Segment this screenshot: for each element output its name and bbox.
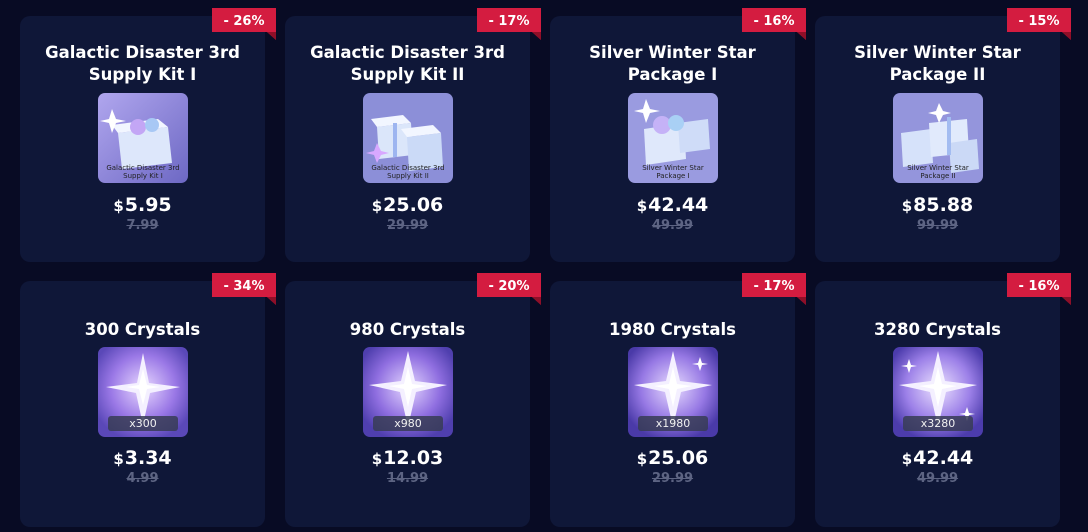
quantity-label: x980	[373, 416, 443, 431]
current-price: $25.06	[371, 194, 444, 216]
current-price: $85.88	[901, 194, 974, 216]
product-image: x300	[98, 347, 188, 437]
product-card-3280-crystals[interactable]: - 16% 3280 Crystals x3280 $42.44 49.99	[815, 273, 1071, 527]
current-price: $25.06	[636, 447, 709, 469]
current-price: $42.44	[901, 447, 974, 469]
discount-label: - 15%	[1018, 14, 1060, 29]
original-price: 29.99	[386, 218, 429, 233]
discount-label: - 16%	[753, 14, 795, 29]
product-card-supply-kit-2[interactable]: - 17% Galactic Disaster 3rd Supply Kit I…	[285, 8, 541, 262]
image-caption: Silver Winter Star Package I	[642, 164, 704, 180]
image-caption: Silver Winter Star Package II	[907, 164, 969, 180]
product-card-supply-kit-1[interactable]: - 26% Galactic Disaster 3rd Supply Kit I…	[20, 8, 276, 262]
current-price: $12.03	[371, 447, 444, 469]
product-title: Silver Winter Star Package I	[589, 43, 756, 84]
product-title: Galactic Disaster 3rd Supply Kit I	[45, 43, 240, 84]
discount-ribbon: - 34%	[212, 273, 282, 305]
image-caption: Galactic Disaster 3rd Supply Kit I	[106, 164, 180, 180]
product-title: 3280 Crystals	[874, 320, 1001, 339]
original-price: 49.99	[916, 471, 959, 486]
product-title: 980 Crystals	[349, 320, 466, 339]
product-title: Galactic Disaster 3rd Supply Kit II	[310, 43, 505, 84]
discount-label: - 16%	[1018, 279, 1060, 294]
product-image: Silver Winter Star Package II	[893, 93, 983, 183]
product-image: x1980	[628, 347, 718, 437]
product-card-winter-star-1[interactable]: - 16% Silver Winter Star Package I Silve…	[550, 8, 806, 262]
discount-label: - 17%	[753, 279, 795, 294]
product-title: 300 Crystals	[84, 320, 201, 339]
original-price: 99.99	[916, 218, 959, 233]
current-price: $42.44	[636, 194, 709, 216]
product-card-300-crystals[interactable]: - 34% 300 Crystals x300 $3.34 4.99	[20, 273, 276, 527]
original-price: 7.99	[126, 218, 159, 233]
product-title: 1980 Crystals	[609, 320, 736, 339]
discount-label: - 17%	[488, 14, 530, 29]
discount-ribbon: - 17%	[742, 273, 812, 305]
product-card-980-crystals[interactable]: - 20% 980 Crystals x980 $12.03 14.99	[285, 273, 541, 527]
product-image: x3280	[893, 347, 983, 437]
product-image: Galactic Disaster 3rd Supply Kit II	[363, 93, 453, 183]
discount-ribbon: - 16%	[742, 8, 812, 40]
quantity-label: x1980	[638, 416, 708, 431]
image-caption: Galactic Disaster 3rd Supply Kit II	[371, 164, 445, 180]
discount-ribbon: - 17%	[477, 8, 547, 40]
product-image: Galactic Disaster 3rd Supply Kit I	[98, 93, 188, 183]
product-image: x980	[363, 347, 453, 437]
original-price: 29.99	[651, 471, 694, 486]
product-image: Silver Winter Star Package I	[628, 93, 718, 183]
product-title: Silver Winter Star Package II	[854, 43, 1021, 84]
product-card-winter-star-2[interactable]: - 15% Silver Winter Star Package II Silv…	[815, 8, 1071, 262]
discount-label: - 26%	[223, 14, 265, 29]
discount-label: - 20%	[488, 279, 530, 294]
quantity-label: x300	[108, 416, 178, 431]
current-price: $3.34	[113, 447, 172, 469]
original-price: 14.99	[386, 471, 429, 486]
discount-ribbon: - 16%	[1007, 273, 1077, 305]
discount-ribbon: - 26%	[212, 8, 282, 40]
original-price: 4.99	[126, 471, 159, 486]
product-card-1980-crystals[interactable]: - 17% 1980 Crystals x1980 $25.06 29.99	[550, 273, 806, 527]
discount-ribbon: - 20%	[477, 273, 547, 305]
original-price: 49.99	[651, 218, 694, 233]
current-price: $5.95	[113, 194, 172, 216]
discount-label: - 34%	[223, 279, 265, 294]
discount-ribbon: - 15%	[1007, 8, 1077, 40]
quantity-label: x3280	[903, 416, 973, 431]
